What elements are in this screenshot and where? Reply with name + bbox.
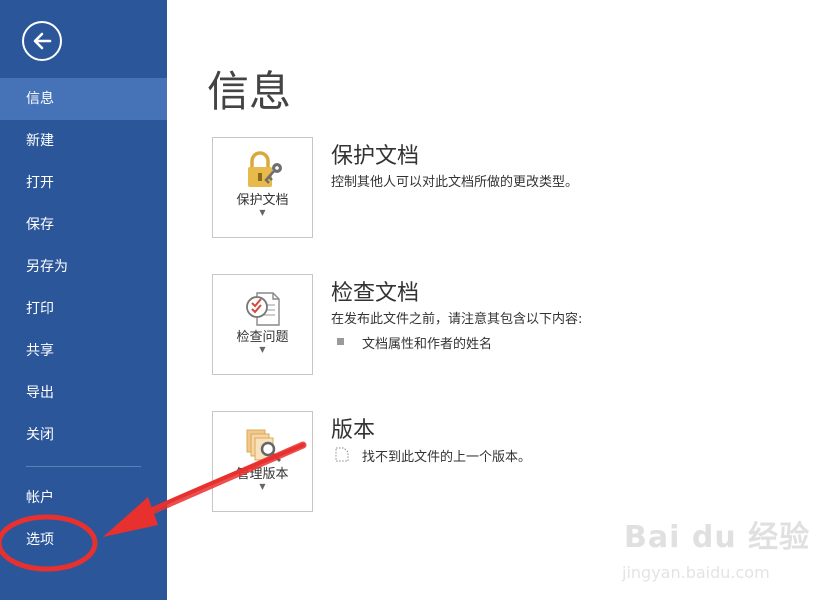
check-issues-button[interactable]: 检查问题 ▼ bbox=[212, 274, 313, 375]
versions-bullet-item: 找不到此文件的上一个版本。 bbox=[362, 450, 532, 465]
arrow-left-icon bbox=[33, 32, 52, 50]
chevron-down-icon: ▼ bbox=[259, 345, 266, 354]
section-title-inspect: 检查文档 bbox=[331, 281, 420, 306]
protect-document-button[interactable]: 保护文档 ▼ bbox=[212, 137, 313, 238]
nav-item-share[interactable]: 共享 bbox=[0, 330, 167, 372]
bullet-icon bbox=[337, 338, 344, 345]
nav-item-open[interactable]: 打开 bbox=[0, 162, 167, 204]
nav-item-new[interactable]: 新建 bbox=[0, 120, 167, 162]
nav-item-save[interactable]: 保存 bbox=[0, 204, 167, 246]
card-label: 保护文档 bbox=[236, 193, 289, 208]
nav-item-account[interactable]: 帐户 bbox=[0, 477, 167, 519]
section-desc-protect: 控制其他人可以对此文档所做的更改类型。 bbox=[331, 175, 579, 190]
card-label: 管理版本 bbox=[236, 467, 289, 482]
nav-item-print[interactable]: 打印 bbox=[0, 288, 167, 330]
nav-item-options[interactable]: 选项 bbox=[0, 519, 167, 561]
nav-item-export[interactable]: 导出 bbox=[0, 372, 167, 414]
document-dotted-icon bbox=[335, 447, 349, 462]
manage-versions-button[interactable]: 管理版本 ▼ bbox=[212, 411, 313, 512]
manage-versions-icon bbox=[246, 429, 282, 463]
section-title-versions: 版本 bbox=[331, 418, 376, 443]
card-label: 检查问题 bbox=[236, 330, 289, 345]
back-button[interactable] bbox=[22, 21, 62, 61]
backstage-sidebar: 信息 新建 打开 保存 另存为 打印 共享 导出 关闭 帐户 选项 bbox=[0, 0, 167, 600]
nav-item-info[interactable]: 信息 bbox=[0, 78, 167, 120]
nav-item-close[interactable]: 关闭 bbox=[0, 414, 167, 456]
watermark-brand: Bai du 经验 bbox=[624, 520, 811, 555]
chevron-down-icon: ▼ bbox=[259, 482, 266, 491]
sidebar-divider bbox=[26, 466, 141, 467]
inspect-document-icon bbox=[246, 292, 280, 326]
page-title: 信息 bbox=[207, 67, 292, 116]
chevron-down-icon: ▼ bbox=[259, 208, 266, 217]
section-title-protect: 保护文档 bbox=[331, 144, 420, 169]
nav-item-save-as[interactable]: 另存为 bbox=[0, 246, 167, 288]
inspect-bullet-item: 文档属性和作者的姓名 bbox=[362, 337, 493, 352]
section-desc-inspect: 在发布此文件之前，请注意其包含以下内容: bbox=[331, 312, 583, 327]
watermark-url: jingyan.baidu.com bbox=[622, 563, 770, 582]
lock-key-icon bbox=[248, 151, 282, 187]
